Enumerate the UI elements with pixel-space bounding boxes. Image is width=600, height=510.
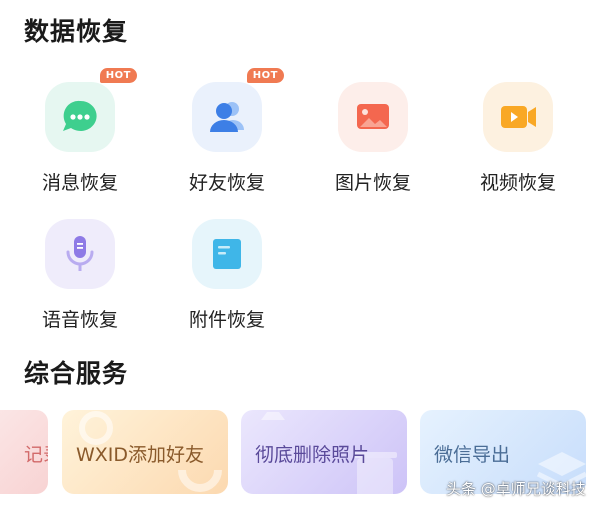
recovery-item-messages[interactable]: HOT 消息恢复 — [30, 68, 137, 195]
recovery-item-label: 视频恢复 — [479, 172, 556, 194]
video-camera-icon — [501, 106, 536, 128]
recovery-item-label: 好友恢复 — [188, 172, 265, 194]
service-card-label: 记录 — [24, 444, 48, 466]
service-card-records[interactable]: 记录 — [0, 410, 48, 494]
microphone-icon — [66, 236, 94, 271]
hot-badge: HOT — [99, 68, 137, 83]
chat-bubble-icon — [63, 100, 97, 131]
images-icon-bg — [338, 82, 408, 152]
service-card-label: 彻底删除照片 — [255, 444, 370, 466]
recovery-item-label: 消息恢复 — [41, 172, 118, 194]
voice-icon-bg — [45, 219, 115, 289]
service-card-label: WXID添加好友 — [76, 444, 205, 466]
recovery-item-attachments[interactable]: 附件恢复 — [177, 219, 277, 332]
service-card-label: 微信导出 — [434, 444, 511, 466]
recovery-item-images[interactable]: 图片恢复 — [323, 82, 423, 195]
service-card-wxid-add-friend[interactable]: WXID添加好友 — [62, 410, 228, 494]
contacts-icon — [210, 102, 244, 132]
recovery-item-voice[interactable]: 语音恢复 — [30, 219, 130, 332]
document-icon — [213, 239, 241, 269]
recovery-item-label: 图片恢复 — [334, 172, 411, 194]
watermark: 头条 @卓师兄谈科技 — [446, 480, 586, 498]
friends-icon-bg: HOT — [192, 68, 284, 152]
videos-icon-bg — [483, 82, 553, 152]
service-card-delete-photos[interactable]: 彻底删除照片 — [241, 410, 407, 494]
section-title-data-recovery: 数据恢复 — [24, 17, 129, 46]
recovery-item-label: 附件恢复 — [188, 309, 265, 331]
recovery-item-videos[interactable]: 视频恢复 — [468, 82, 568, 195]
image-icon — [357, 104, 389, 129]
recovery-item-label: 语音恢复 — [41, 309, 118, 331]
section-title-services: 综合服务 — [24, 359, 129, 388]
messages-icon-bg: HOT — [45, 68, 137, 152]
hot-badge: HOT — [246, 68, 284, 83]
recovery-item-friends[interactable]: HOT 好友恢复 — [177, 68, 284, 195]
attachments-icon-bg — [192, 219, 262, 289]
